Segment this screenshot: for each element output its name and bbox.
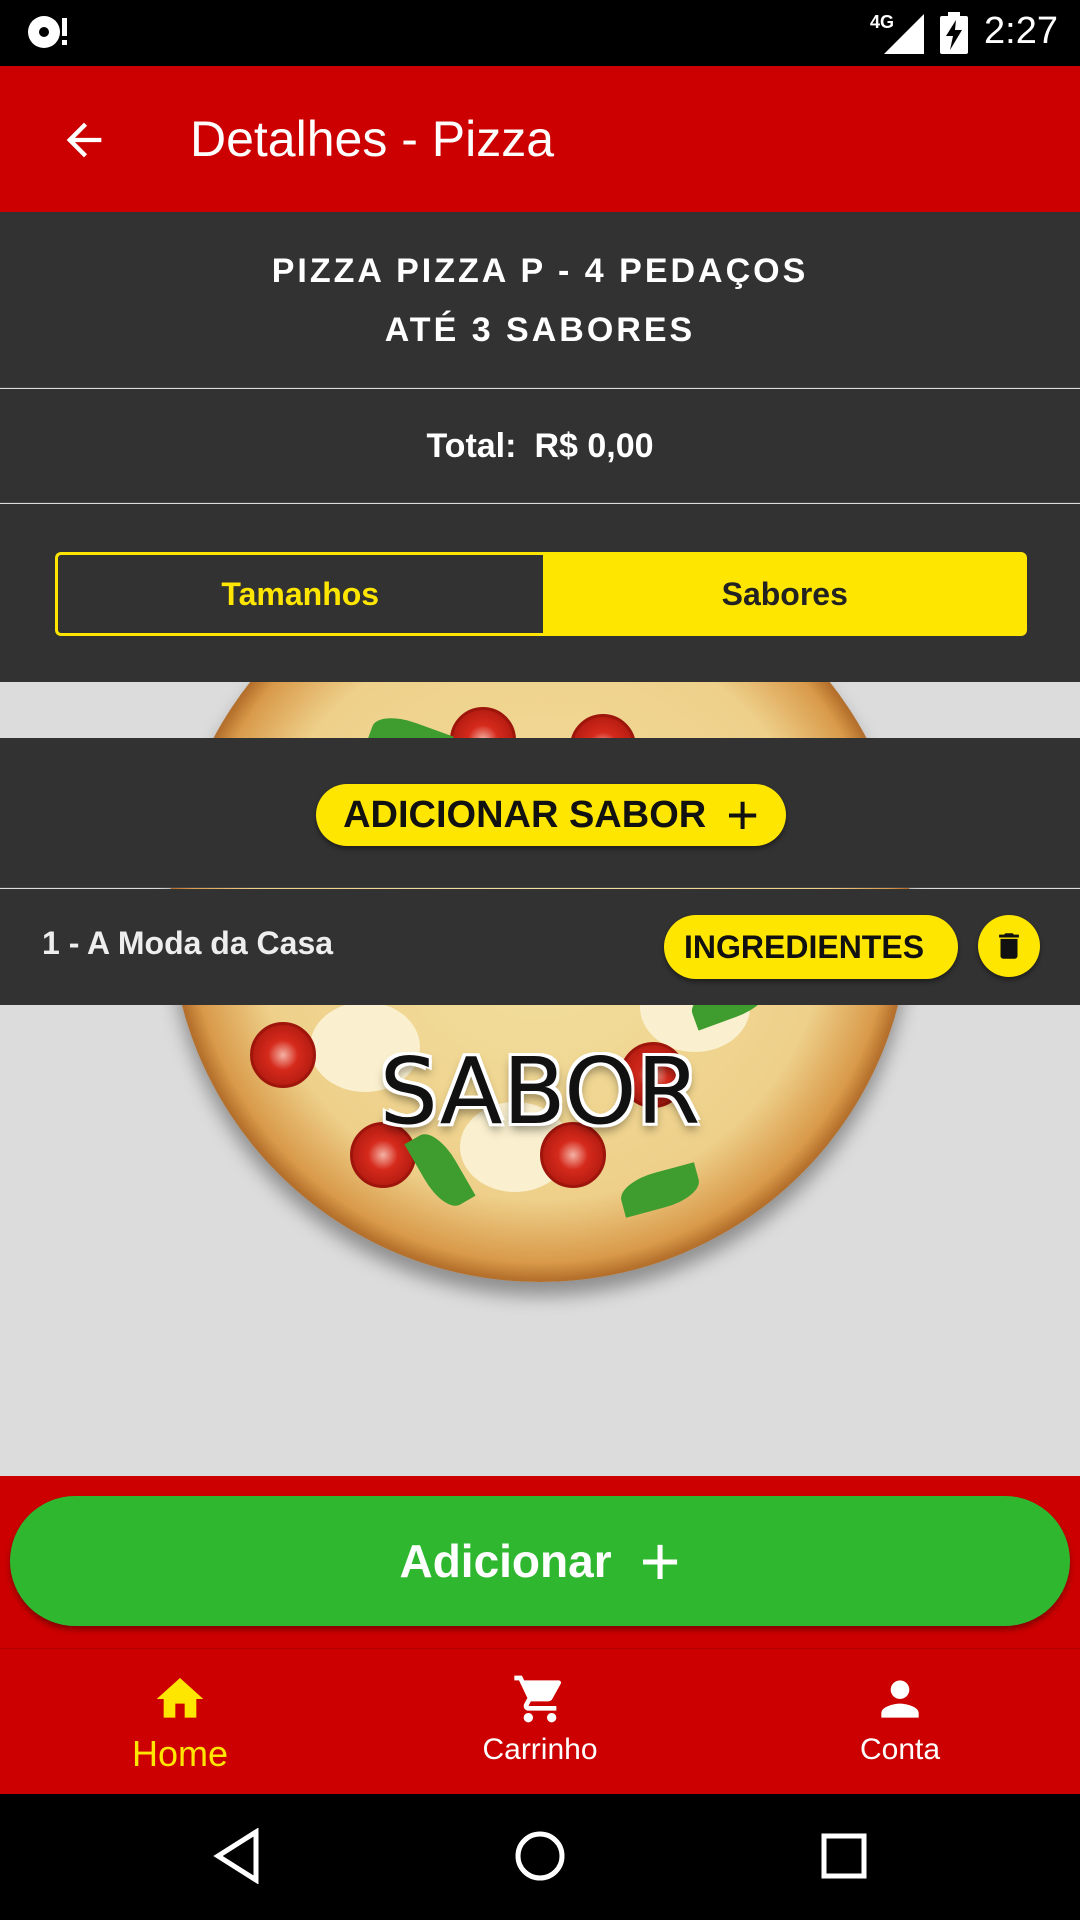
back-arrow-icon[interactable] — [58, 114, 110, 166]
back-triangle-icon[interactable] — [212, 1828, 262, 1884]
add-flavor-button[interactable]: ADICIONAR SABOR + — [316, 784, 786, 846]
person-icon — [881, 1680, 919, 1718]
home-circle-icon[interactable] — [512, 1828, 568, 1884]
product-flavor-limit: ATÉ 3 SABORES — [384, 311, 696, 349]
tabs-row: Tamanhos Sabores — [0, 504, 1080, 682]
flavor-name: 1 - A Moda da Casa — [42, 925, 334, 961]
clock: 2:27 — [984, 10, 1058, 52]
total-value: R$ 0,00 — [534, 427, 654, 465]
nav-cart-label: Carrinho — [482, 1733, 598, 1766]
nav-account-label: Conta — [859, 1733, 941, 1766]
plus-icon: + — [639, 1522, 681, 1600]
add-button[interactable]: Adicionar + — [10, 1496, 1070, 1626]
cart-icon — [514, 1675, 562, 1723]
nav-home[interactable]: Home — [0, 1649, 360, 1794]
signal-icon — [884, 14, 924, 54]
status-bar: 4G 2:27 — [0, 0, 1080, 66]
plus-icon: + — [726, 783, 759, 846]
nav-home-label: Home — [131, 1733, 229, 1774]
add-to-cart-bar: Adicionar + — [0, 1476, 1080, 1648]
nav-cart[interactable]: Carrinho — [360, 1649, 720, 1794]
add-flavor-label: ADICIONAR SABOR — [343, 793, 707, 836]
tab-sizes[interactable]: Tamanhos — [55, 552, 543, 636]
app-bar: Detalhes - Pizza — [0, 66, 1080, 212]
flavor-overlay-text: SABOR — [379, 1038, 701, 1145]
ingredients-button[interactable]: INGREDIENTES — [664, 915, 958, 979]
add-flavor-bar: ADICIONAR SABOR + — [0, 738, 1080, 888]
page-title: Detalhes - Pizza — [190, 111, 555, 167]
system-navigation-bar — [0, 1794, 1080, 1920]
tab-flavors[interactable]: Sabores — [542, 552, 1027, 636]
total-label: Total: — [426, 427, 517, 465]
trash-icon — [999, 933, 1019, 959]
nav-account[interactable]: Conta — [720, 1649, 1080, 1794]
home-icon — [156, 1678, 204, 1718]
total-row: Total: R$ 0,00 — [0, 389, 1080, 503]
product-header: PIZZA PIZZA P - 4 PEDAÇOS ATÉ 3 SABORES — [0, 212, 1080, 388]
product-name: PIZZA PIZZA P - 4 PEDAÇOS — [271, 252, 809, 290]
battery-charging-icon — [940, 12, 968, 54]
add-button-label: Adicionar — [399, 1535, 612, 1587]
music-notification-icon — [28, 16, 67, 48]
bottom-navigation: Home Carrinho Conta — [0, 1648, 1080, 1794]
flavor-list-item: 1 - A Moda da Casa INGREDIENTES — [0, 889, 1080, 1005]
segmented-tabs: Tamanhos Sabores — [55, 552, 1027, 636]
recents-square-icon[interactable] — [818, 1828, 870, 1884]
delete-flavor-button[interactable] — [978, 915, 1040, 977]
